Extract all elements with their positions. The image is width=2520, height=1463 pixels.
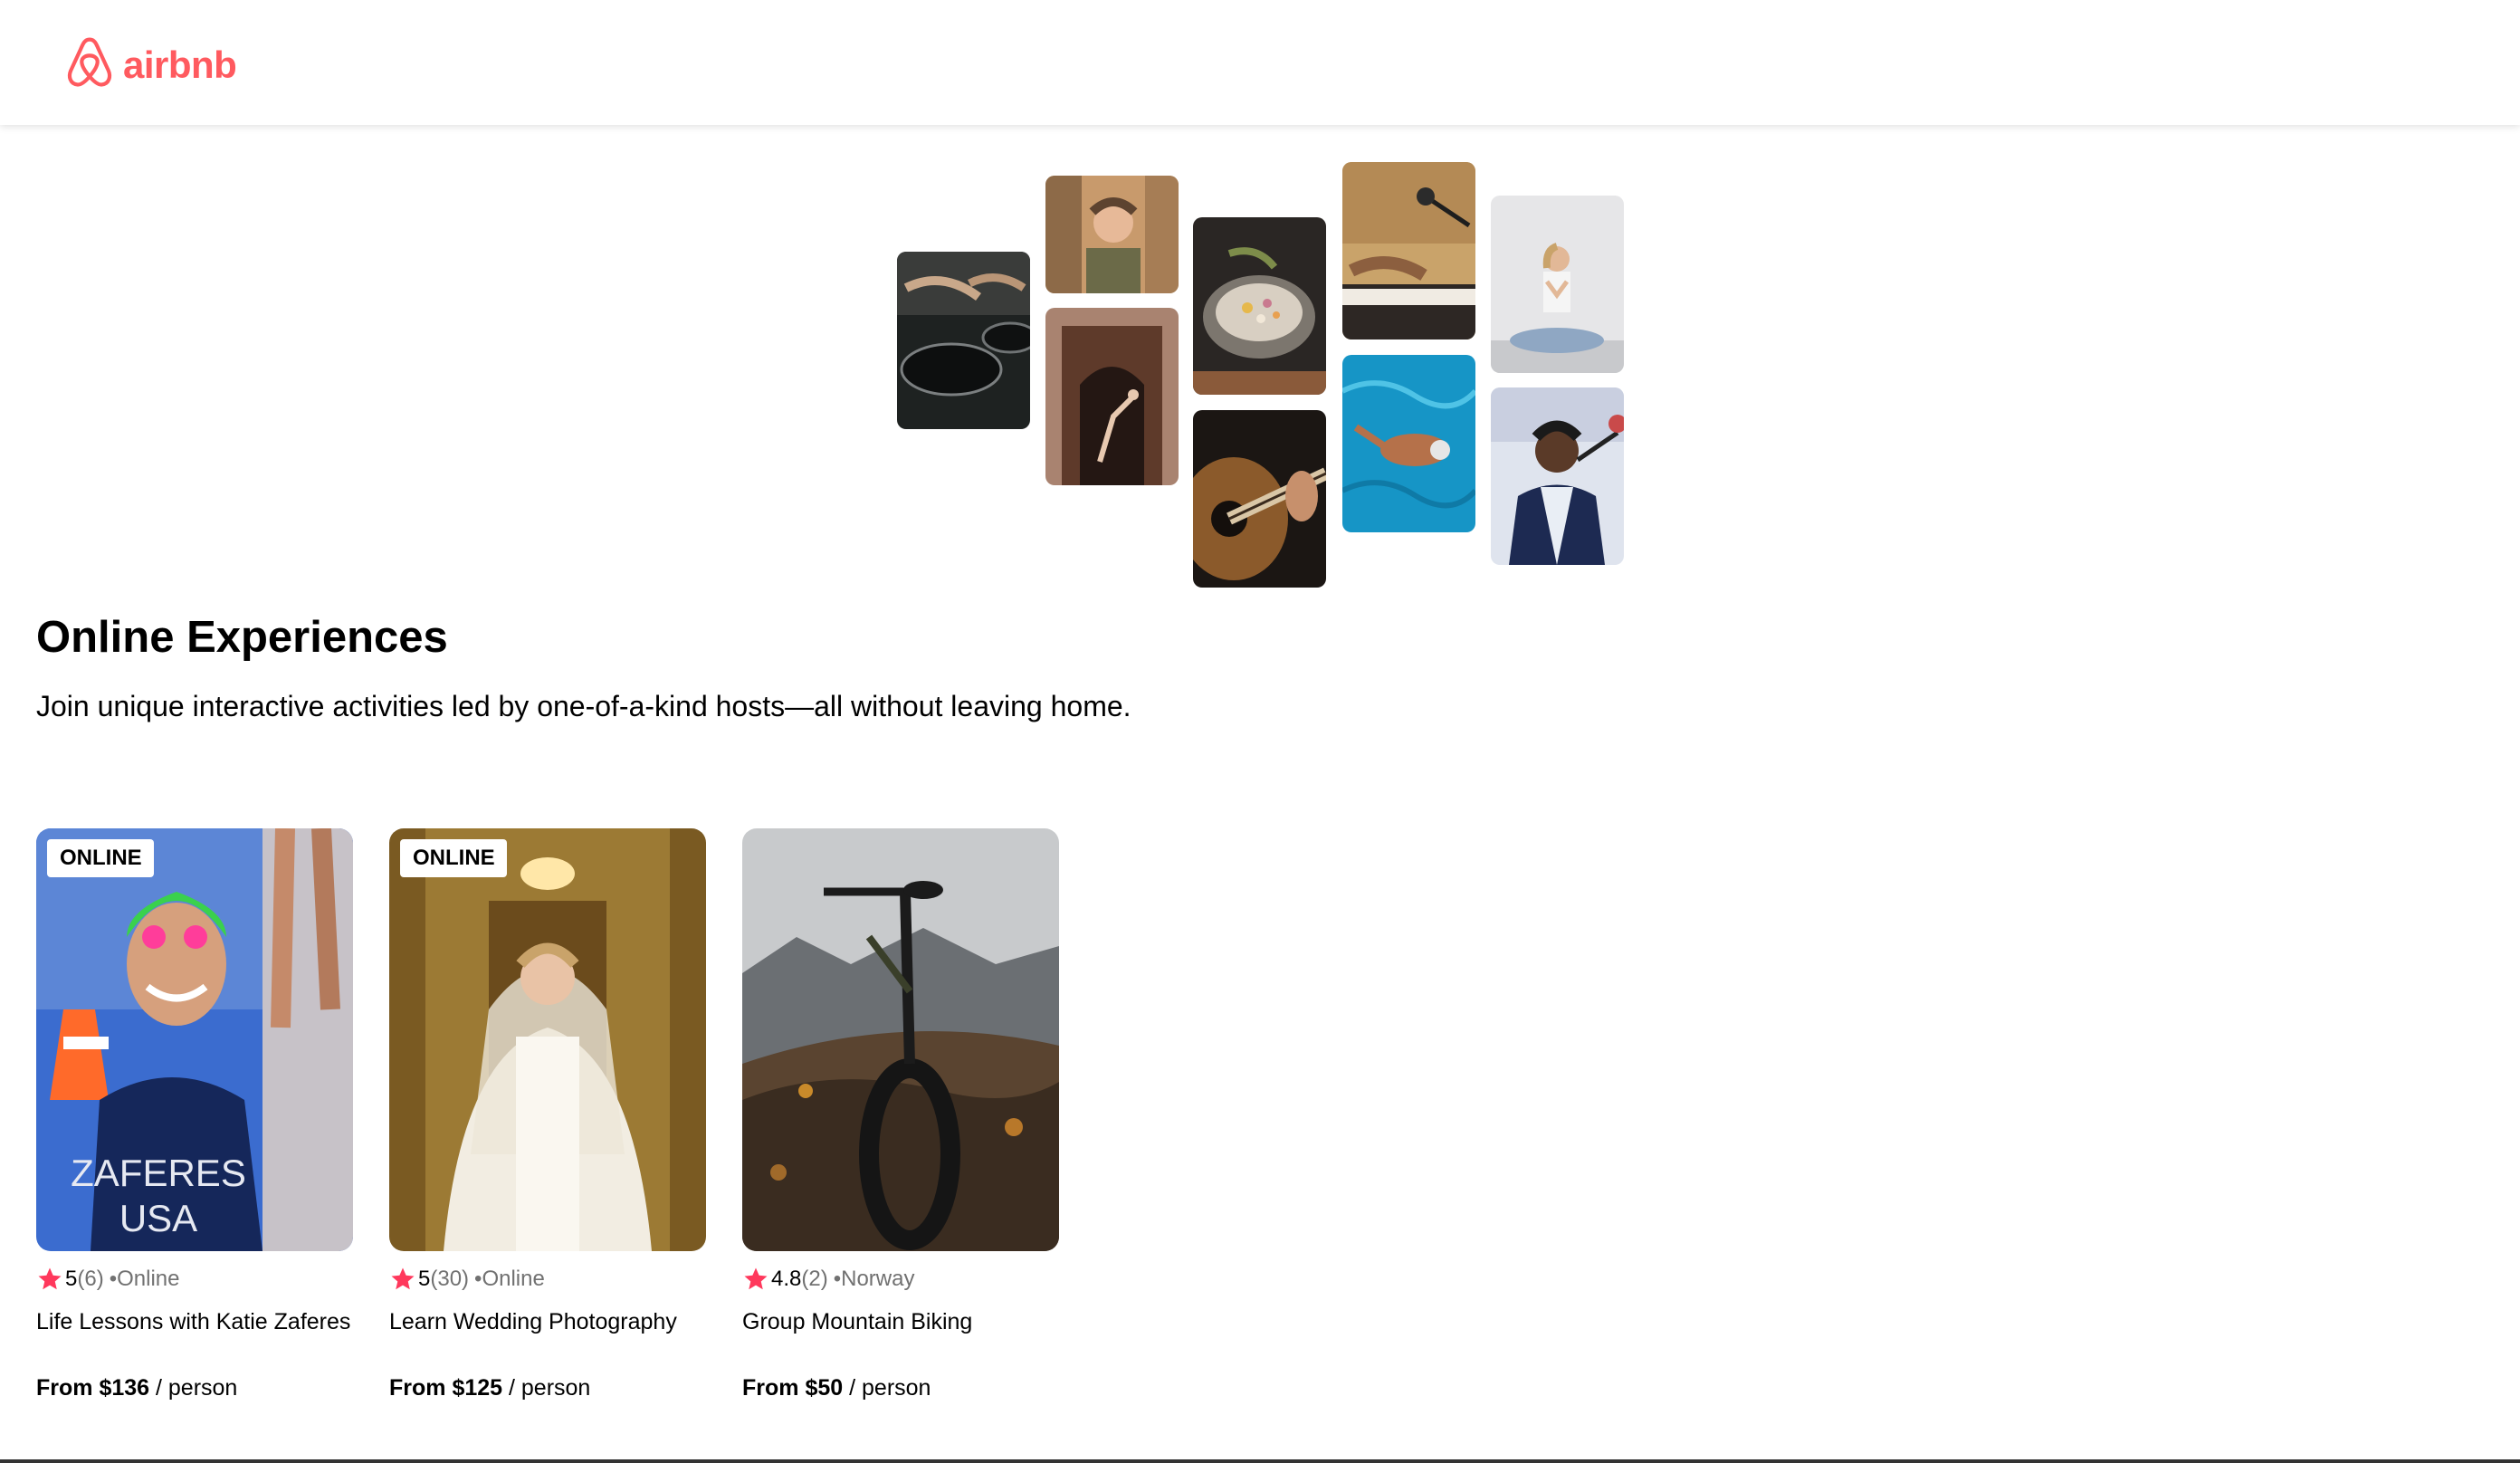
mosaic-photo-guitar xyxy=(1193,410,1326,588)
rating-value: 4.8 xyxy=(771,1267,802,1291)
price-unit: / person xyxy=(843,1375,931,1401)
experience-title[interactable]: Learn Wedding Photography xyxy=(389,1309,706,1335)
rating-row: 5 (30) •Online xyxy=(389,1264,706,1295)
experience-price: From $125 / person xyxy=(389,1375,706,1401)
jersey-name-text: ZAFERES xyxy=(71,1152,246,1194)
price-amount: From $50 xyxy=(742,1375,844,1401)
experience-title[interactable]: Life Lessons with Katie Zaferes xyxy=(36,1309,353,1335)
rating-value: 5 xyxy=(65,1267,78,1291)
experience-photo-bride[interactable]: ONLINE xyxy=(389,828,706,1251)
price-unit: / person xyxy=(149,1375,238,1401)
page-title: Online Experiences xyxy=(36,613,448,662)
experience-location: •Online xyxy=(474,1267,545,1291)
rating-row: 5 (6) •Online xyxy=(36,1264,353,1295)
experience-photo-mountain-bike[interactable] xyxy=(742,828,1059,1251)
price-unit: / person xyxy=(502,1375,591,1401)
star-icon xyxy=(744,1267,768,1290)
experience-card[interactable]: 4.8 (2) •Norway Group Mountain Biking Fr… xyxy=(742,828,1059,1401)
experience-price: From $136 / person xyxy=(36,1375,353,1401)
review-count: (30) xyxy=(430,1267,470,1291)
experience-photo-swimmer[interactable]: ZAFERES USA ONLINE xyxy=(36,828,353,1251)
star-icon xyxy=(391,1267,415,1290)
experience-card[interactable]: ZAFERES USA ONLINE 5 (6) •Online Life Le… xyxy=(36,828,353,1401)
mosaic-photo-food-bowl xyxy=(1193,217,1326,395)
star-icon xyxy=(38,1267,62,1290)
rating-row: 4.8 (2) •Norway xyxy=(742,1264,1059,1295)
experience-title[interactable]: Group Mountain Biking xyxy=(742,1309,1059,1335)
mosaic-photo-piano xyxy=(1342,162,1475,339)
experience-location: •Online xyxy=(109,1267,180,1291)
experience-location: •Norway xyxy=(833,1267,915,1291)
brand-name: airbnb xyxy=(123,43,237,86)
experience-card[interactable]: ONLINE 5 (30) •Online Learn Wedding Phot… xyxy=(389,828,706,1401)
online-badge: ONLINE xyxy=(400,839,507,877)
page-subtitle: Join unique interactive activities led b… xyxy=(36,690,1131,722)
airbnb-logo[interactable]: airbnb xyxy=(63,34,237,95)
online-badge: ONLINE xyxy=(47,839,154,877)
mosaic-photo-swimmer xyxy=(1342,355,1475,532)
rating-value: 5 xyxy=(418,1267,431,1291)
mosaic-photo-singer xyxy=(1491,387,1624,565)
top-navbar: airbnb xyxy=(0,0,2520,125)
page-bottom-divider xyxy=(0,1459,2520,1463)
price-amount: From $136 xyxy=(36,1375,150,1401)
mosaic-photo-host xyxy=(1045,176,1179,293)
mosaic-photo-cooking xyxy=(897,252,1030,429)
review-count: (2) xyxy=(801,1267,828,1291)
review-count: (6) xyxy=(77,1267,104,1291)
price-amount: From $125 xyxy=(389,1375,503,1401)
airbnb-belo-icon xyxy=(63,34,116,95)
mosaic-photo-dancer xyxy=(1045,308,1179,485)
jersey-country-text: USA xyxy=(119,1197,197,1239)
mosaic-photo-meditation xyxy=(1491,196,1624,373)
experience-price: From $50 / person xyxy=(742,1375,1059,1401)
